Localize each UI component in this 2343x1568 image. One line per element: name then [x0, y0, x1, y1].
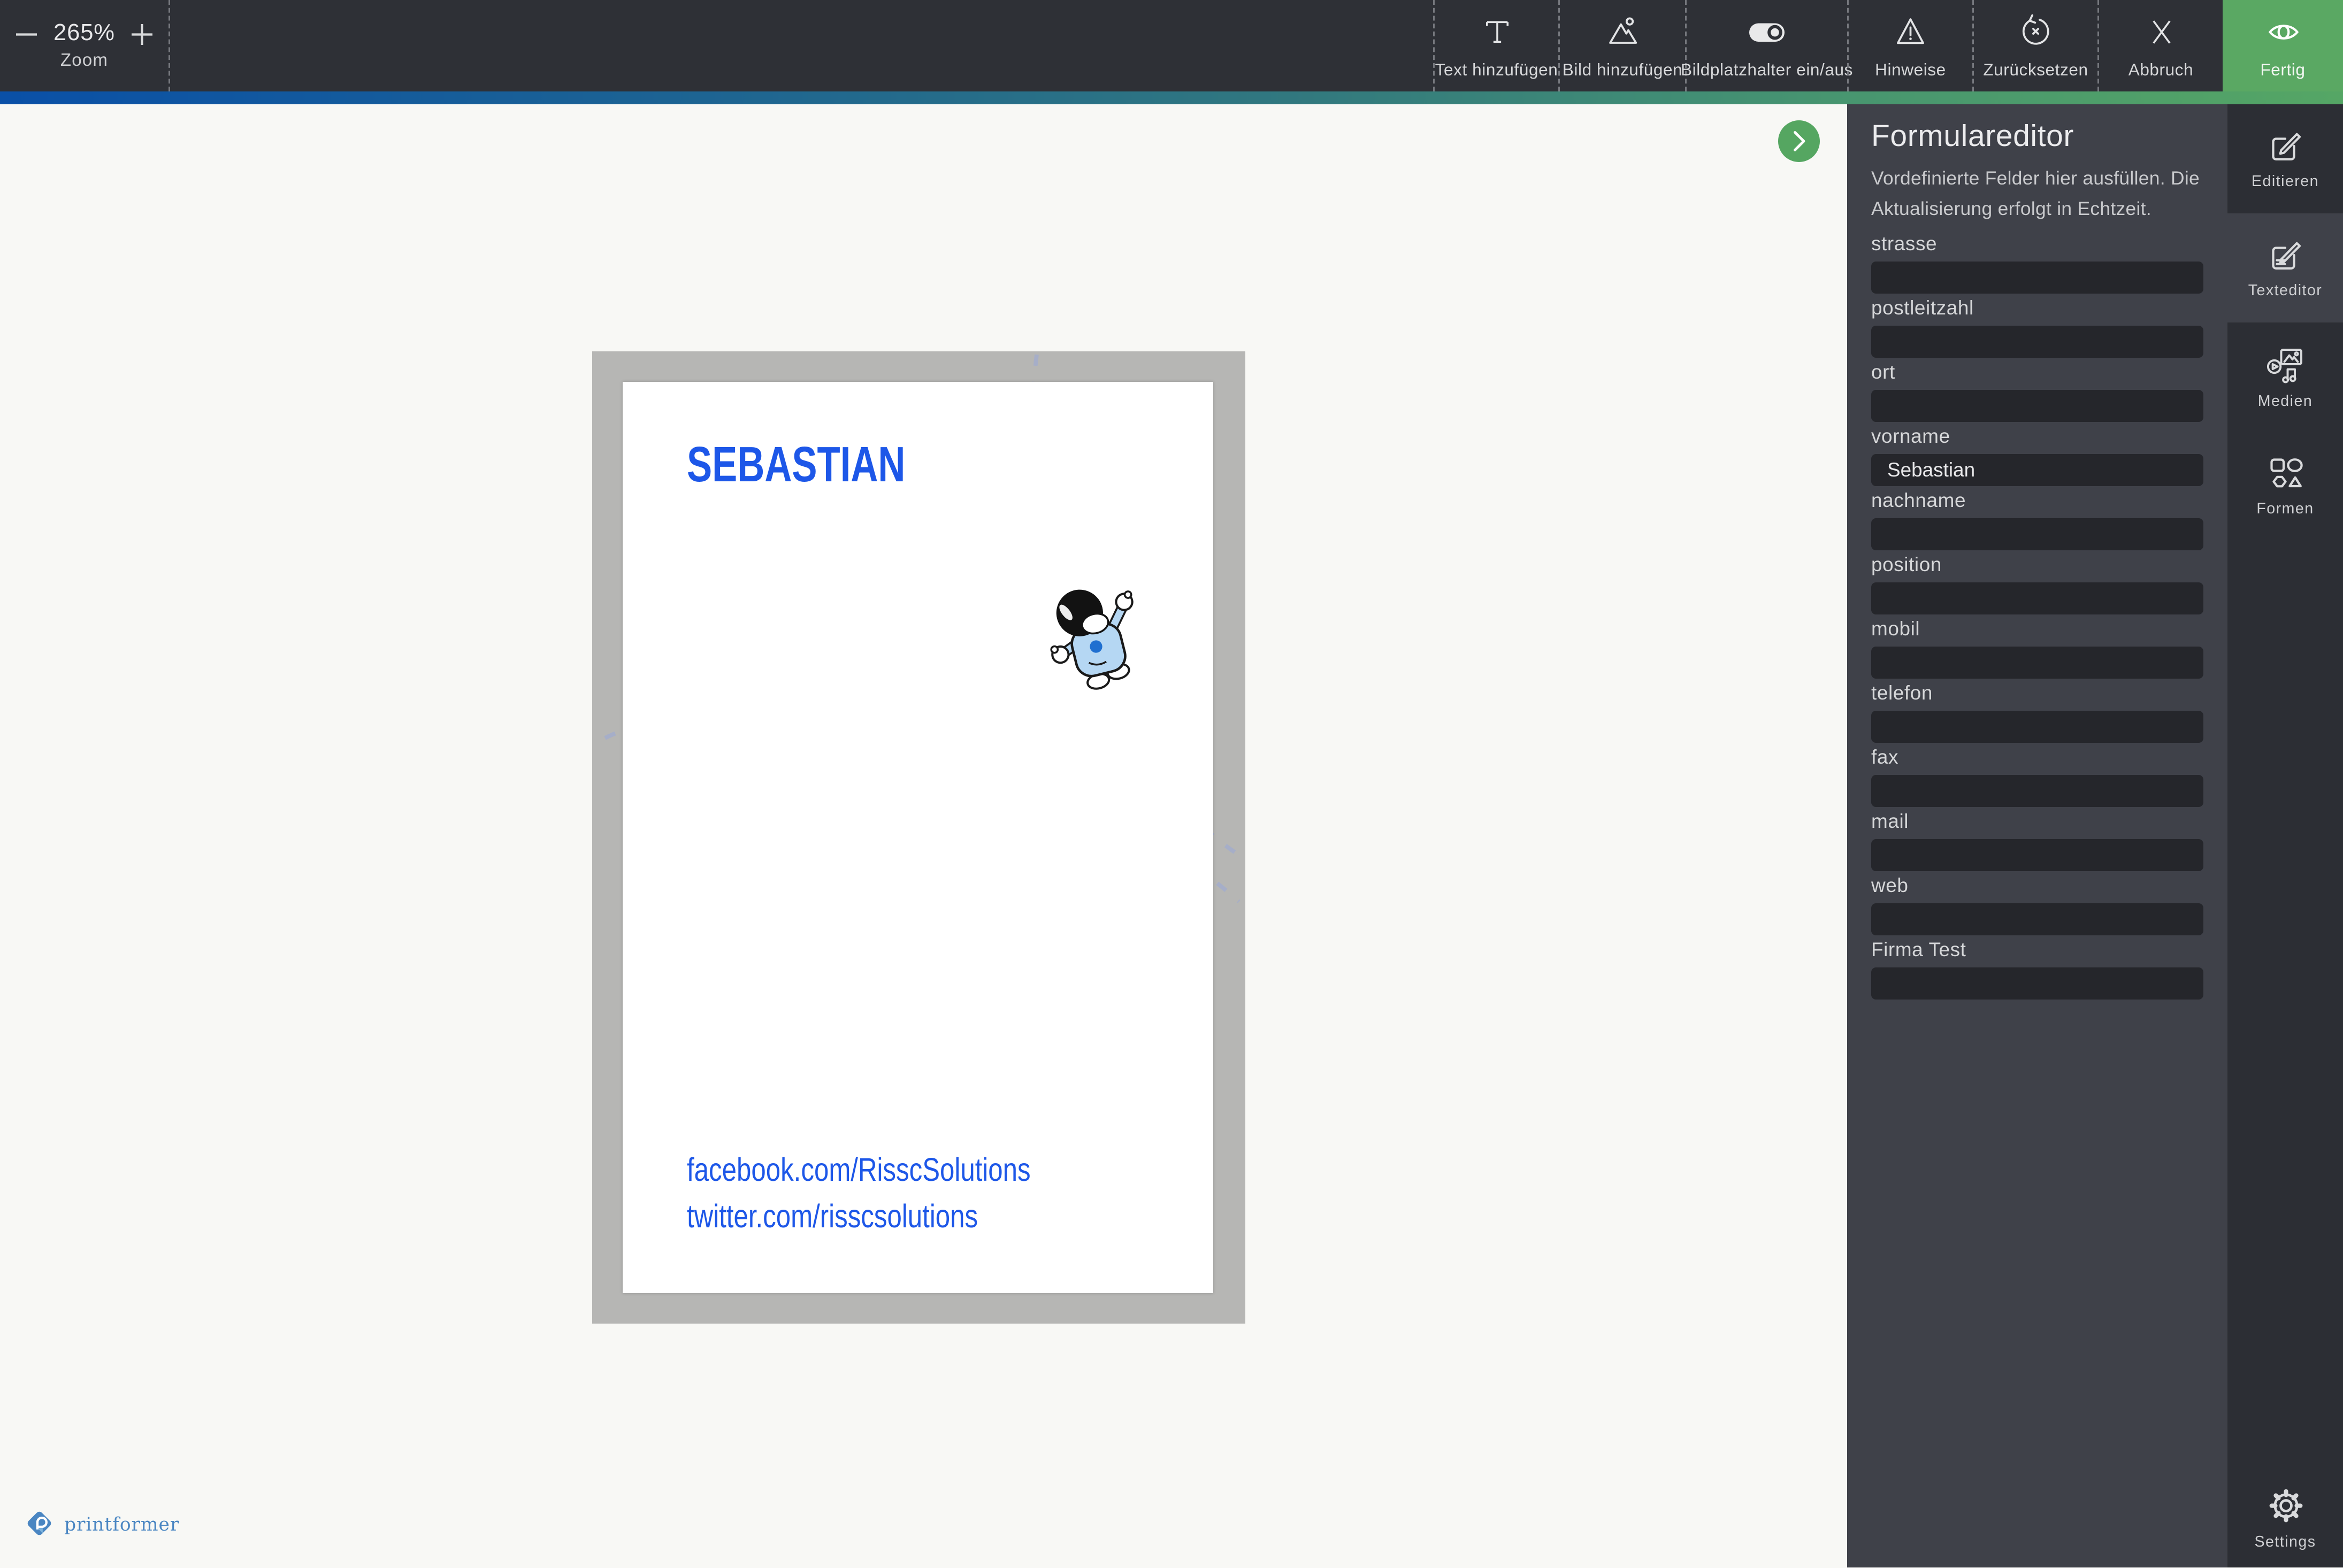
field-input-ort[interactable] — [1871, 390, 2203, 422]
warning-icon — [1892, 12, 1929, 51]
toggle-on-icon — [1746, 12, 1788, 51]
form-field: telefon — [1871, 682, 2203, 743]
zoom-in-button[interactable] — [129, 22, 154, 46]
print-editor-app: 265% Zoom Text hinzufügen Bild hinzufüge… — [0, 0, 2343, 1568]
printformer-logo-text: printformer — [64, 1512, 180, 1535]
eye-icon — [2264, 12, 2302, 51]
sidebar-item-formen[interactable]: Formen — [2227, 432, 2343, 541]
reset-button[interactable]: Zurücksetzen — [1972, 0, 2097, 91]
field-label-firma-test: Firma Test — [1871, 939, 1966, 961]
shapes-icon — [2265, 454, 2306, 493]
field-label-mobil: mobil — [1871, 618, 1920, 640]
media-icon — [2264, 344, 2306, 385]
printformer-logo: printformer — [26, 1510, 179, 1537]
sidebar-item-settings[interactable]: Settings — [2227, 1469, 2343, 1568]
zoom-out-button[interactable] — [15, 22, 39, 46]
zoom-controls: 265% Zoom — [0, 0, 170, 91]
gear-icon — [2265, 1486, 2306, 1526]
image-add-icon — [1604, 12, 1641, 51]
field-input-strasse[interactable] — [1871, 262, 2203, 294]
business-card[interactable]: SEBASTIAN facebook.com/RisscSolutions tw… — [623, 382, 1213, 1293]
field-label-fax: fax — [1871, 746, 1899, 768]
accent-gradient-bar — [0, 91, 2343, 104]
add-text-button[interactable]: Text hinzufügen — [1433, 0, 1558, 91]
field-input-firma-test[interactable] — [1871, 967, 2203, 1000]
astronaut-illustration[interactable] — [1046, 586, 1146, 695]
field-label-ort: ort — [1871, 361, 1895, 383]
form-field: ort — [1871, 361, 2203, 422]
add-image-button[interactable]: Bild hinzufügen — [1558, 0, 1685, 91]
field-input-postleitzahl[interactable] — [1871, 326, 2203, 358]
card-twitter-line: twitter.com/risscsolutions — [687, 1197, 978, 1235]
form-field: mail — [1871, 810, 2203, 871]
sidebar-item-editieren[interactable]: Editieren — [2227, 104, 2343, 213]
card-social-text[interactable]: facebook.com/RisscSolutions twitter.com/… — [687, 1149, 1031, 1240]
finish-button[interactable]: Fertig — [2223, 0, 2343, 91]
printformer-logo-icon — [26, 1510, 53, 1537]
text-editor-icon — [2266, 236, 2304, 274]
field-input-vorname[interactable] — [1871, 454, 2203, 486]
field-input-mobil[interactable] — [1871, 647, 2203, 679]
text-add-icon — [1479, 12, 1514, 51]
panel-title: Formulareditor — [1871, 120, 2074, 154]
form-editor-panel: Formulareditor Vordefinierte Felder hier… — [1847, 104, 2227, 1568]
form-field: fax — [1871, 746, 2203, 807]
zoom-label: Zoom — [60, 51, 109, 71]
field-input-mail[interactable] — [1871, 839, 2203, 871]
form-field: Firma Test — [1871, 939, 2203, 1000]
field-label-web: web — [1871, 874, 1909, 897]
field-label-mail: mail — [1871, 810, 1909, 833]
field-label-strasse: strasse — [1871, 233, 1938, 255]
form-fields: strasse postleitzahl ort vorname nachnam… — [1871, 233, 2203, 1000]
field-input-telefon[interactable] — [1871, 711, 2203, 743]
form-field: web — [1871, 874, 2203, 935]
sidebar-item-medien[interactable]: Medien — [2227, 322, 2343, 432]
top-toolbar: 265% Zoom Text hinzufügen Bild hinzufüge… — [0, 0, 2343, 91]
plus-icon — [129, 22, 154, 46]
sidebar-item-texteditor[interactable]: Texteditor — [2227, 213, 2343, 322]
mode-sidebar: Editieren Texteditor Medien Formen Setti… — [2227, 104, 2343, 1568]
field-input-fax[interactable] — [1871, 775, 2203, 807]
zoom-value: 265% — [53, 21, 115, 47]
field-label-telefon: telefon — [1871, 682, 1933, 704]
field-label-postleitzahl: postleitzahl — [1871, 297, 1974, 319]
form-field: position — [1871, 554, 2203, 614]
image-placeholder-toggle-button[interactable]: Bildplatzhalter ein/aus — [1681, 0, 1852, 91]
card-name-text[interactable]: SEBASTIAN — [687, 436, 905, 494]
reset-icon — [2017, 12, 2054, 51]
form-field: postleitzahl — [1871, 297, 2203, 358]
field-input-position[interactable] — [1871, 582, 2203, 614]
card-facebook-line: facebook.com/RisscSolutions — [687, 1152, 1031, 1189]
hints-button[interactable]: Hinweise — [1847, 0, 1972, 91]
form-field: strasse — [1871, 233, 2203, 294]
close-icon — [2143, 12, 2179, 51]
minus-icon — [15, 22, 39, 46]
edit-icon — [2266, 127, 2304, 165]
card-bleed-area: SEBASTIAN facebook.com/RisscSolutions tw… — [592, 351, 1245, 1324]
form-field: mobil — [1871, 618, 2203, 679]
panel-subtitle: Vordefinierte Felder hier ausfüllen. Die… — [1871, 167, 2200, 219]
chevron-right-icon — [1788, 130, 1810, 152]
field-label-vorname: vorname — [1871, 425, 1950, 448]
field-input-web[interactable] — [1871, 903, 2203, 935]
design-canvas[interactable]: SEBASTIAN facebook.com/RisscSolutions tw… — [0, 104, 1847, 1568]
field-label-position: position — [1871, 554, 1942, 576]
abort-button[interactable]: Abbruch — [2097, 0, 2223, 91]
form-field: vorname — [1871, 425, 2203, 486]
field-label-nachname: nachname — [1871, 489, 1966, 512]
next-step-button[interactable] — [1778, 120, 1820, 162]
field-input-nachname[interactable] — [1871, 518, 2203, 550]
form-field: nachname — [1871, 489, 2203, 550]
